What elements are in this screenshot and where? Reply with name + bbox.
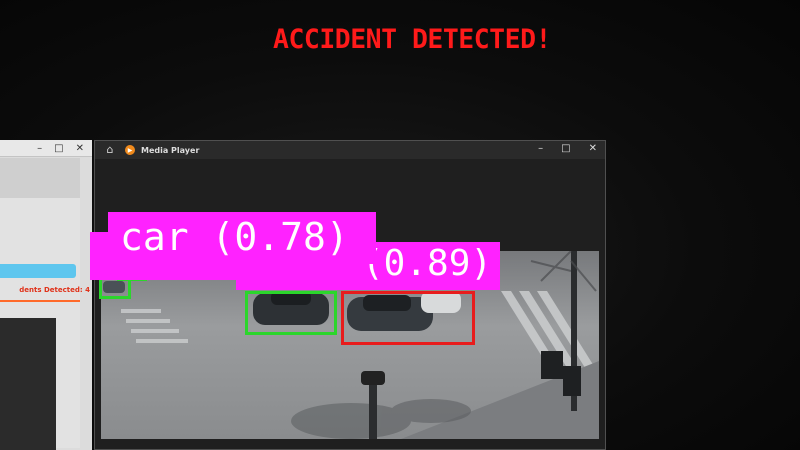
accidents-detected-count: dents Detected: 4: [19, 286, 90, 294]
primary-action-button[interactable]: [0, 264, 76, 278]
detection-label-accident: (0.89): [362, 243, 493, 284]
media-player-app-icon: ▶: [125, 145, 135, 155]
preview-panel: [0, 318, 56, 450]
panel-header-area: [0, 158, 80, 198]
traffic-signal-right: [541, 351, 563, 379]
accident-alert-text: ACCIDENT DETECTED!: [273, 24, 551, 55]
maximize-button[interactable]: □: [561, 143, 570, 154]
detection-box-car-left: [245, 291, 337, 335]
detection-label-car: car (0.78): [120, 215, 349, 259]
close-button[interactable]: ✕: [76, 143, 84, 154]
background-window: – □ ✕ dents Detected: 4: [0, 140, 92, 450]
traffic-pole: [369, 381, 377, 439]
media-player-title: Media Player: [141, 145, 200, 155]
home-icon[interactable]: ⌂: [103, 143, 117, 157]
background-window-titlebar: – □ ✕: [0, 140, 92, 157]
detection-box-accident: [341, 291, 475, 345]
status-divider: [0, 300, 80, 302]
traffic-light: [361, 371, 385, 385]
maximize-button[interactable]: □: [54, 143, 63, 154]
traffic-signal-right-2: [563, 366, 581, 396]
close-button[interactable]: ✕: [589, 143, 597, 154]
minimize-button[interactable]: –: [538, 143, 543, 154]
media-player-window: ⌂ ▶ Media Player – □ ✕: [94, 140, 606, 450]
minimize-button[interactable]: –: [37, 143, 42, 154]
media-player-titlebar: ⌂ ▶ Media Player – □ ✕: [95, 141, 605, 159]
